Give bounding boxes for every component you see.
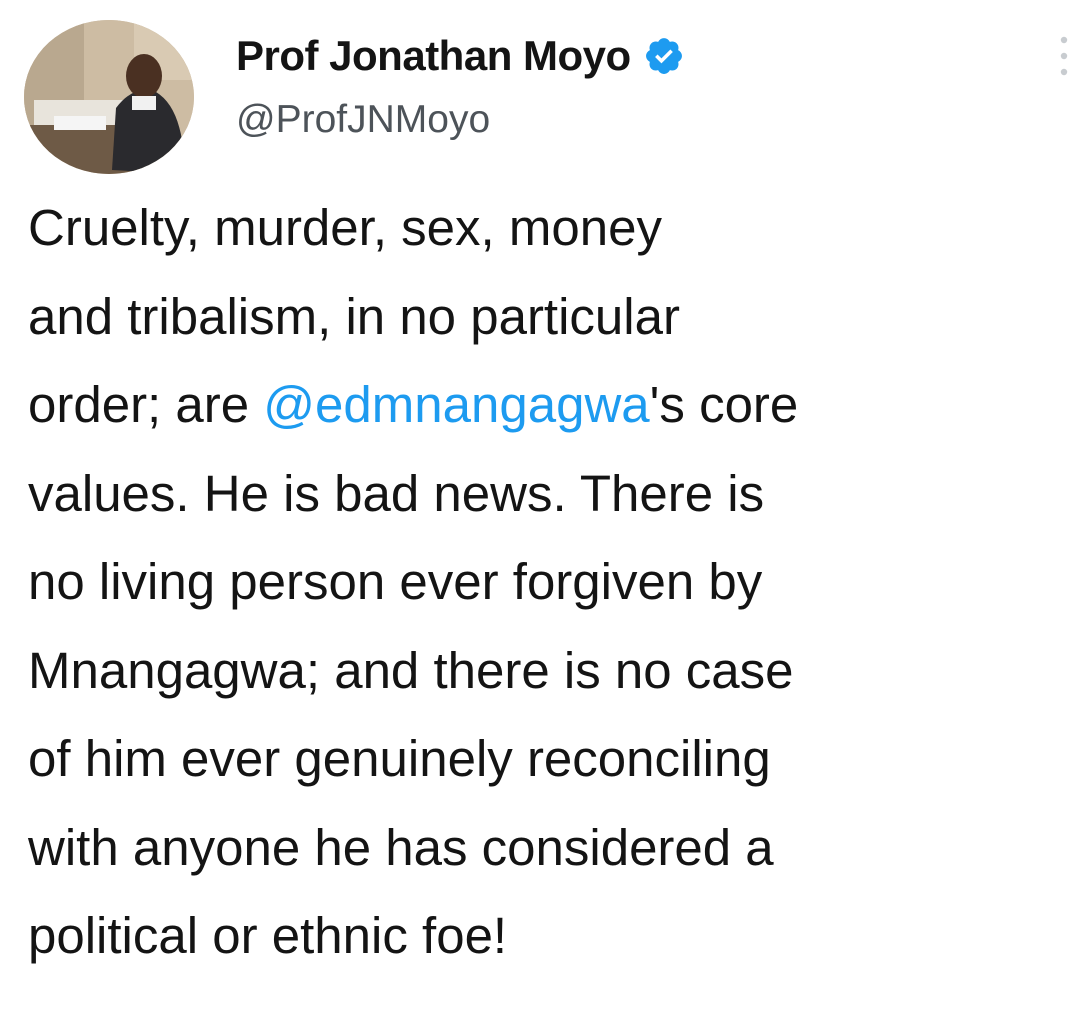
tweet-text: Cruelty, murder, sex, money and tribalis… bbox=[28, 184, 1068, 981]
tweet-text-segment: Mnangagwa; and there is no case bbox=[28, 641, 794, 699]
profile-photo-icon bbox=[24, 20, 194, 174]
tweet-text-segment: political or ethnic foe! bbox=[28, 907, 508, 964]
tweet-text-segment: values. He is bad news. There is bbox=[28, 464, 765, 522]
author-avatar[interactable] bbox=[24, 20, 194, 174]
more-vertical-icon[interactable] bbox=[1052, 26, 1076, 86]
tweet-text-segment: order; are bbox=[28, 376, 264, 433]
tweet-text-segment: and tribalism, in no particular bbox=[28, 287, 680, 345]
tweet-text-line: order; are @edmnangagwa's core bbox=[28, 361, 1068, 450]
tweet-text-segment: no living person ever forgiven by bbox=[28, 553, 763, 610]
tweet-text-line: values. He is bad news. There is bbox=[28, 450, 1068, 539]
tweet-text-line: political or ethnic foe! bbox=[28, 892, 1068, 981]
author-handle[interactable]: @ProfJNMoyo bbox=[236, 98, 490, 142]
tweet-text-line: no living person ever forgiven by bbox=[28, 538, 1068, 627]
tweet-text-segment: Cruelty, murder, sex, money bbox=[28, 199, 662, 256]
author-display-name[interactable]: Prof Jonathan Moyo bbox=[236, 32, 631, 80]
tweet-text-segment: 's core bbox=[649, 376, 799, 433]
author-name-row: Prof Jonathan Moyo bbox=[236, 28, 685, 84]
tweet-text-line: of him ever genuinely reconciling bbox=[28, 715, 1068, 804]
tweet-text-line: Mnangagwa; and there is no case bbox=[28, 627, 1068, 716]
tweet-card: Prof Jonathan Moyo @ProfJNMoyo Cruelty, … bbox=[0, 0, 1080, 1011]
tweet-text-segment: of him ever genuinely reconciling bbox=[28, 730, 771, 787]
tweet-text-line: and tribalism, in no particular bbox=[28, 273, 1068, 362]
tweet-text-segment: with anyone he has considered a bbox=[28, 818, 774, 876]
mention-link[interactable]: @edmnangagwa bbox=[263, 376, 649, 433]
tweet-text-line: with anyone he has considered a bbox=[28, 804, 1068, 893]
tweet-text-line: Cruelty, murder, sex, money bbox=[28, 184, 1068, 273]
verified-badge-icon bbox=[643, 35, 685, 77]
